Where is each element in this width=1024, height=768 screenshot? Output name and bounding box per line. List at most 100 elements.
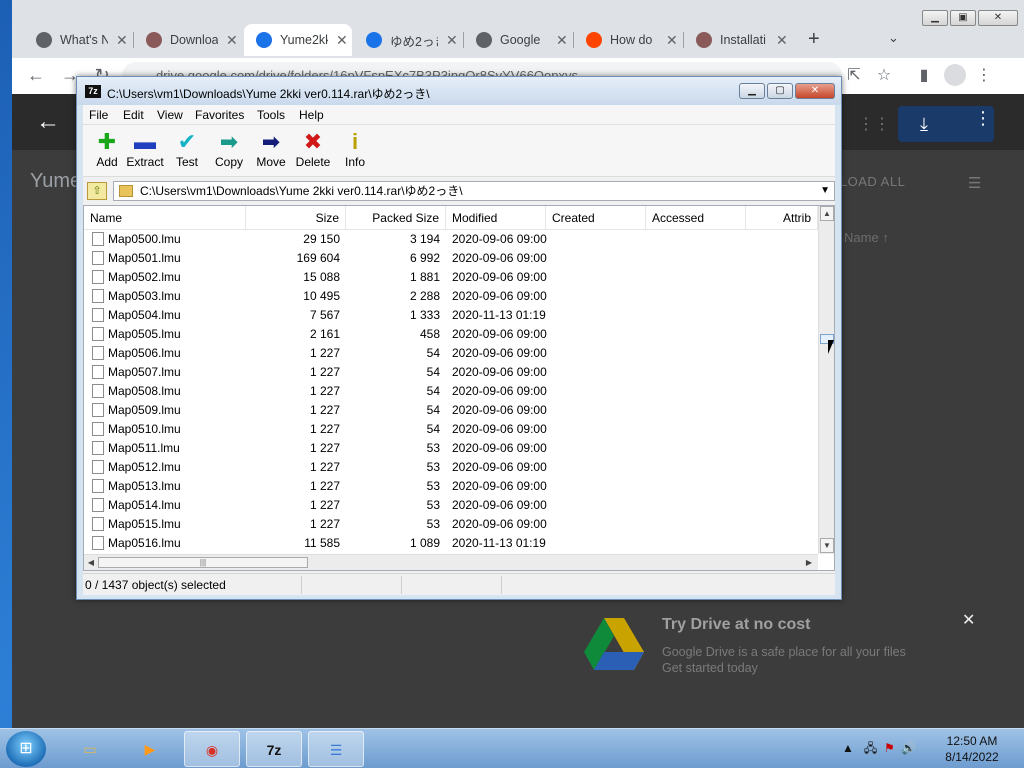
table-row[interactable]: Map0511.lmu 1 227 53 2020-09-06 09:00	[84, 439, 818, 458]
table-row[interactable]: Map0502.lmu 15 088 1 881 2020-09-06 09:00	[84, 268, 818, 287]
more-icon[interactable]: ⋮	[974, 108, 992, 129]
taskbar-media-player[interactable]: ▶	[122, 731, 178, 767]
tab-close-icon[interactable]: ✕	[336, 32, 352, 49]
menu-edit[interactable]: Edit	[123, 108, 144, 122]
browser-tab[interactable]: What's N ✕	[24, 24, 132, 56]
clock[interactable]: 12:50 AM 8/14/2022	[936, 733, 1008, 765]
maximize-button[interactable]: ▢	[767, 83, 793, 99]
folder-up-icon[interactable]: ⇧	[87, 182, 107, 200]
copy-icon: ➡	[219, 129, 239, 154]
close-button[interactable]: ✕	[978, 10, 1018, 26]
table-row[interactable]: Map0515.lmu 1 227 53 2020-09-06 09:00	[84, 515, 818, 534]
copy-button[interactable]: ➡ Copy	[205, 129, 253, 169]
browser-tab[interactable]: How do ✕	[574, 24, 682, 56]
extract-button[interactable]: ▬ Extract	[121, 129, 169, 169]
table-row[interactable]: Map0510.lmu 1 227 54 2020-09-06 09:00	[84, 420, 818, 439]
taskbar-chrome[interactable]: ◉	[184, 731, 240, 767]
bookmark-star-icon[interactable]: ☆	[872, 64, 896, 88]
list-view-icon[interactable]: ☰	[968, 174, 981, 192]
back-arrow-icon[interactable]: ←	[36, 108, 60, 136]
table-row[interactable]: Map0509.lmu 1 227 54 2020-09-06 09:00	[84, 401, 818, 420]
menu-dots-icon[interactable]: ⋮	[972, 64, 996, 88]
table-row[interactable]: Map0506.lmu 1 227 54 2020-09-06 09:00	[84, 344, 818, 363]
scroll-up-icon[interactable]: ▲	[820, 206, 834, 221]
close-button[interactable]: ✕	[795, 83, 835, 99]
show-hidden-icons-icon[interactable]: ▲	[842, 741, 854, 755]
tool-label: Info	[344, 155, 365, 169]
network-icon[interactable]: 🖧	[864, 741, 877, 755]
menu-file[interactable]: File	[89, 108, 108, 122]
browser-tab[interactable]: Yume2kk ✕	[244, 24, 352, 56]
volume-icon[interactable]: 🔊	[901, 741, 916, 755]
column-modified[interactable]: Modified	[446, 206, 546, 230]
table-row[interactable]: Map0514.lmu 1 227 53 2020-09-06 09:00	[84, 496, 818, 515]
minimize-button[interactable]: ▁	[739, 83, 765, 99]
taskbar-explorer[interactable]: ▭	[62, 731, 118, 767]
tab-close-icon[interactable]: ✕	[556, 32, 572, 49]
table-row[interactable]: Map0508.lmu 1 227 54 2020-09-06 09:00	[84, 382, 818, 401]
tab-close-icon[interactable]: ✕	[776, 32, 792, 49]
table-row[interactable]: Map0500.lmu 29 150 3 194 2020-09-06 09:00	[84, 230, 818, 249]
menu-tools[interactable]: Tools	[257, 108, 285, 122]
h-scroll-thumb[interactable]: |||	[98, 557, 308, 568]
minimize-button[interactable]: ▁	[922, 10, 948, 26]
scroll-down-icon[interactable]: ▼	[820, 538, 834, 553]
file-list[interactable]: Name Size Packed Size Modified Created Access…	[83, 205, 835, 571]
browser-tab[interactable]: Downloa ✕	[134, 24, 242, 56]
browser-tab[interactable]: ゆめ2っき ✕	[354, 24, 462, 56]
browser-tab[interactable]: Installati ✕	[684, 24, 792, 56]
taskbar-sevenzip[interactable]: 7z	[246, 731, 302, 767]
modified-date: 2020-09-06 09:00	[452, 251, 547, 265]
column-accessed[interactable]: Accessed	[646, 206, 746, 230]
info-button[interactable]: i Info	[331, 129, 379, 169]
column-created[interactable]: Created	[546, 206, 646, 230]
chevron-down-icon[interactable]: ▼	[820, 182, 830, 200]
delete-button[interactable]: ✖ Delete	[289, 129, 337, 169]
tab-close-icon[interactable]: ✕	[446, 32, 462, 49]
table-row[interactable]: Map0513.lmu 1 227 53 2020-09-06 09:00	[84, 477, 818, 496]
back-icon[interactable]: ←	[24, 64, 48, 88]
menu-help[interactable]: Help	[299, 108, 324, 122]
table-row[interactable]: Map0512.lmu 1 227 53 2020-09-06 09:00	[84, 458, 818, 477]
table-row[interactable]: Map0505.lmu 2 161 458 2020-09-06 09:00	[84, 325, 818, 344]
menu-favorites[interactable]: Favorites	[195, 108, 244, 122]
file-name: Map0514.lmu	[108, 498, 181, 512]
taskbar-task-list[interactable]: ☰	[308, 731, 364, 767]
vertical-scrollbar[interactable]: ▲ ▼	[818, 206, 834, 554]
horizontal-scrollbar[interactable]: ◀ ||| ▶	[84, 554, 818, 570]
menu-view[interactable]: View	[157, 108, 183, 122]
action-center-icon[interactable]: ⚑	[884, 741, 895, 755]
table-row[interactable]: Map0504.lmu 7 567 1 333 2020-11-13 01:19	[84, 306, 818, 325]
file-size: 1 227	[309, 460, 340, 474]
scroll-left-icon[interactable]: ◀	[84, 556, 98, 570]
column-size[interactable]: Size	[246, 206, 346, 230]
profile-avatar-icon[interactable]	[944, 64, 966, 86]
tab-search-icon[interactable]: ⌄	[888, 30, 899, 46]
table-row[interactable]: Map0503.lmu 10 495 2 288 2020-09-06 09:00	[84, 287, 818, 306]
file-name: Map0509.lmu	[108, 403, 181, 417]
maximize-button[interactable]: ▣	[950, 10, 976, 26]
table-row[interactable]: Map0507.lmu 1 227 54 2020-09-06 09:00	[84, 363, 818, 382]
sort-by-name[interactable]: Name ↑	[844, 230, 889, 245]
path-combobox[interactable]: C:\Users\vm1\Downloads\Yume 2kki ver0.11…	[113, 181, 835, 201]
share-icon[interactable]: ⇱	[842, 64, 866, 88]
browser-tab[interactable]: Google ✕	[464, 24, 572, 56]
move-button[interactable]: ➡ Move	[247, 129, 295, 169]
tab-close-icon[interactable]: ✕	[116, 32, 132, 49]
scroll-right-icon[interactable]: ▶	[802, 556, 816, 570]
apps-grid-icon[interactable]: ⋮⋮	[858, 114, 890, 133]
column-name[interactable]: Name	[84, 206, 246, 230]
close-icon[interactable]: ✕	[962, 610, 975, 630]
start-button[interactable]: ⊞	[6, 731, 46, 767]
table-row[interactable]: Map0516.lmu 11 585 1 089 2020-11-13 01:19	[84, 534, 818, 553]
side-panel-icon[interactable]: ▮	[912, 64, 936, 88]
tab-close-icon[interactable]: ✕	[226, 32, 242, 49]
table-row[interactable]: Map0501.lmu 169 604 6 992 2020-09-06 09:00	[84, 249, 818, 268]
tab-close-icon[interactable]: ✕	[666, 32, 682, 49]
column-packed-size[interactable]: Packed Size	[346, 206, 446, 230]
test-button[interactable]: ✔ Test	[163, 129, 211, 169]
sevenzip-titlebar[interactable]: 7z C:\Users\vm1\Downloads\Yume 2kki ver0…	[77, 77, 841, 105]
column-attrib[interactable]: Attrib	[746, 206, 818, 230]
new-tab-button[interactable]: +	[808, 28, 820, 51]
file-size: 1 227	[309, 365, 340, 379]
